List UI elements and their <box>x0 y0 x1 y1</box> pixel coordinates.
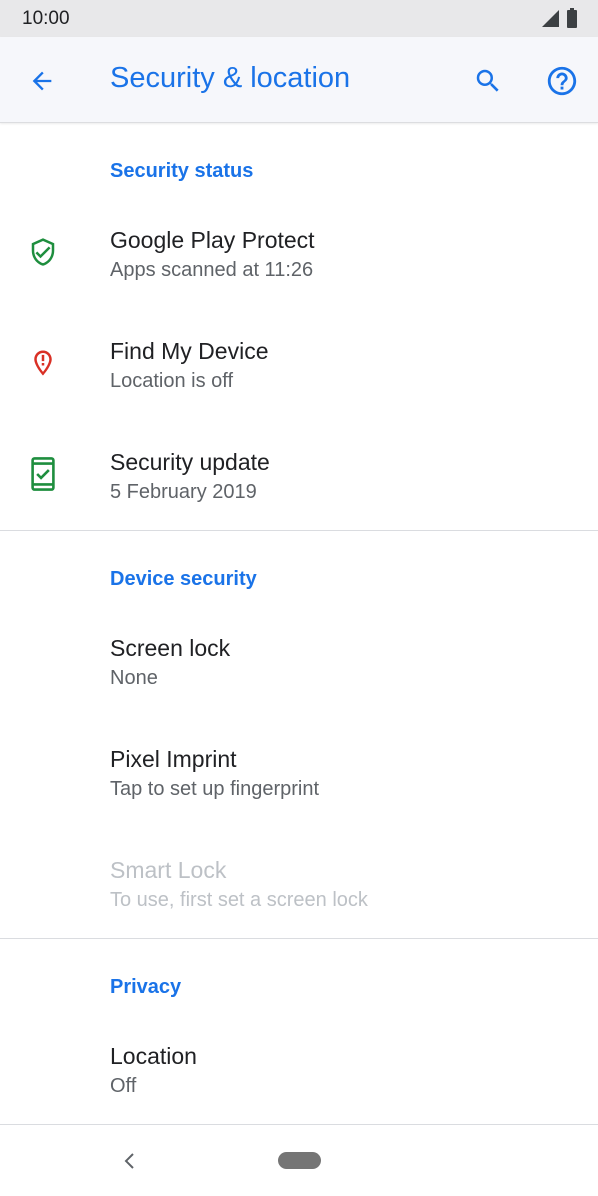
pref-security-update[interactable]: Security update 5 February 2019 <box>0 449 598 560</box>
pref-title: Google Play Protect <box>110 227 315 253</box>
signal-icon <box>542 10 559 27</box>
pref-summary: To use, first set a screen lock <box>110 889 368 911</box>
pref-pixel-imprint[interactable]: Pixel Imprint Tap to set up fingerprint <box>0 746 598 857</box>
navigation-bar <box>0 1124 598 1196</box>
search-icon <box>476 69 499 92</box>
home-pill-icon[interactable] <box>278 1152 321 1169</box>
phone-check-icon <box>31 457 55 491</box>
pref-screen-lock[interactable]: Screen lock None <box>0 635 598 746</box>
pref-icon <box>26 346 60 380</box>
pref-title: Screen lock <box>110 635 231 661</box>
pref-title: Find My Device <box>110 338 269 364</box>
pref-title: Pixel Imprint <box>110 746 237 772</box>
help-button[interactable] <box>540 59 584 103</box>
pref-summary: Tap to set up fingerprint <box>110 778 320 800</box>
nav-back-icon <box>124 1153 134 1169</box>
pref-summary: Apps scanned at 11:26 <box>110 259 314 281</box>
help-icon <box>547 66 577 96</box>
shield-check-icon <box>31 238 55 266</box>
pref-google-play-protect[interactable]: Google Play Protect Apps scanned at 11:2… <box>0 227 598 338</box>
section-header-security-status: Security status <box>110 160 254 182</box>
pref-title: Location <box>110 1043 197 1069</box>
pref-title: Smart Lock <box>110 857 227 883</box>
status-time: 10:00 <box>22 8 70 29</box>
pref-icon <box>26 457 60 491</box>
search-button[interactable] <box>466 59 510 103</box>
nav-back-button[interactable] <box>116 1145 144 1177</box>
location-alert-icon <box>34 350 52 376</box>
pref-summary: Off <box>110 1075 137 1097</box>
pref-find-my-device[interactable]: Find My Device Location is off <box>0 338 598 449</box>
pref-icon <box>26 235 60 269</box>
back-button[interactable] <box>20 59 64 103</box>
section-divider <box>0 938 598 939</box>
app-bar: Security & location <box>0 37 598 123</box>
pref-summary: Location is off <box>110 370 234 392</box>
pref-summary: 5 February 2019 <box>110 481 257 503</box>
section-header-privacy: Privacy <box>110 976 182 998</box>
status-icons <box>540 8 578 28</box>
section-header-device-security: Device security <box>110 568 257 590</box>
pref-summary: None <box>110 667 158 689</box>
pref-smart-lock: Smart Lock To use, first set a screen lo… <box>0 857 598 968</box>
pref-title: Security update <box>110 449 270 475</box>
section-divider <box>0 530 598 531</box>
page-title: Security & location <box>110 62 351 94</box>
battery-icon <box>567 8 577 28</box>
status-bar: 10:00 <box>0 0 598 37</box>
back-arrow-icon <box>32 71 52 91</box>
